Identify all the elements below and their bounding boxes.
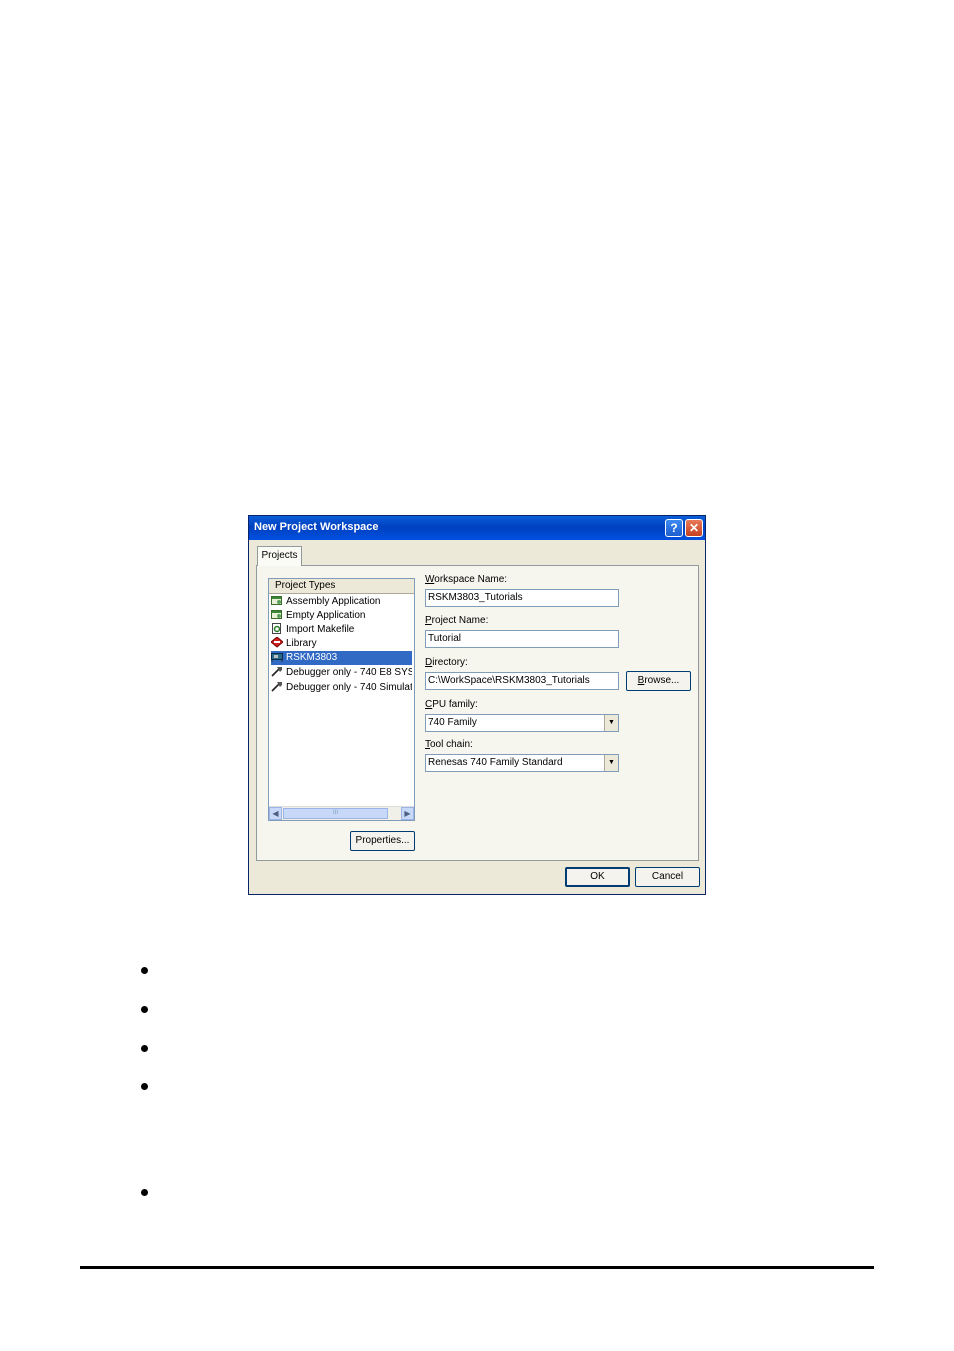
list-item-import-makefile[interactable]: Import Makefile	[271, 623, 412, 637]
library-icon	[271, 637, 284, 648]
footer-rule	[80, 1266, 874, 1269]
chevron-down-icon[interactable]: ▼	[604, 755, 618, 771]
project-types-list[interactable]: Project Types Assembly Application Empty…	[268, 578, 415, 821]
workspace-name-label: Workspace Name:	[425, 574, 508, 585]
scroll-thumb[interactable]: III	[283, 808, 388, 819]
browse-button[interactable]: Browse...	[626, 671, 691, 691]
list-item-label: Library	[286, 638, 317, 649]
list-item-label: Empty Application	[286, 610, 366, 621]
help-button[interactable]: ?	[665, 519, 683, 537]
tool-chain-value: Renesas 740 Family Standard	[428, 757, 563, 768]
tool-chain-select[interactable]: Renesas 740 Family Standard ▼	[425, 754, 619, 772]
project-types-header: Project Types	[269, 579, 414, 594]
directory-label: Directory:	[425, 657, 468, 668]
bullet-point	[141, 1189, 148, 1196]
debugger-icon	[271, 681, 283, 692]
cpu-family-select[interactable]: 740 Family ▼	[425, 714, 619, 732]
list-item-assembly-application[interactable]: Assembly Application	[271, 595, 412, 609]
list-item-label: Import Makefile	[286, 624, 355, 635]
cancel-button[interactable]: Cancel	[635, 867, 700, 887]
tool-chain-label: Tool chain:	[425, 739, 473, 750]
chevron-down-icon[interactable]: ▼	[604, 715, 618, 731]
scroll-right-icon[interactable]: ▶	[401, 807, 414, 820]
project-name-label: Project Name:	[425, 615, 489, 626]
directory-field[interactable]: C:\WorkSpace\RSKM3803_Tutorials	[425, 672, 619, 690]
cpu-family-value: 740 Family	[428, 717, 477, 728]
dialog-title: New Project Workspace	[254, 521, 379, 533]
list-item-debugger-e8[interactable]: Debugger only - 740 E8 SYST	[271, 666, 412, 680]
title-bar[interactable]: New Project Workspace ? ✕	[249, 516, 705, 540]
tab-projects[interactable]: Projects	[257, 546, 302, 566]
close-button[interactable]: ✕	[685, 519, 703, 537]
list-item-label: Debugger only - 740 Simulator	[286, 682, 412, 693]
application-icon	[271, 609, 283, 620]
list-item-label: Debugger only - 740 E8 SYST	[286, 667, 412, 678]
list-item-empty-application[interactable]: Empty Application	[271, 609, 412, 623]
application-icon	[271, 595, 283, 606]
scroll-left-icon[interactable]: ◀	[269, 807, 282, 820]
bullet-point	[141, 1045, 148, 1052]
board-icon	[271, 651, 283, 662]
list-item-label: Assembly Application	[286, 596, 381, 607]
list-item-debugger-simulator[interactable]: Debugger only - 740 Simulator	[271, 681, 412, 695]
project-name-field[interactable]: Tutorial	[425, 630, 619, 648]
list-item-library[interactable]: Library	[271, 637, 412, 651]
bullet-point	[141, 967, 148, 974]
list-item-label: RSKM3803	[286, 652, 338, 663]
makefile-icon	[271, 623, 283, 634]
properties-button[interactable]: Properties...	[350, 831, 415, 851]
debugger-icon	[271, 666, 283, 677]
cpu-family-label: CPU family:	[425, 699, 478, 710]
bullet-point	[141, 1083, 148, 1090]
horizontal-scrollbar[interactable]: ◀ III ▶	[269, 806, 414, 820]
workspace-name-field[interactable]: RSKM3803_Tutorials	[425, 589, 619, 607]
new-project-workspace-dialog: New Project Workspace ? ✕ Projects Proje…	[248, 515, 706, 895]
list-item-rskm3803[interactable]: RSKM3803	[271, 651, 412, 665]
ok-button[interactable]: OK	[565, 867, 630, 887]
bullet-point	[141, 1006, 148, 1013]
